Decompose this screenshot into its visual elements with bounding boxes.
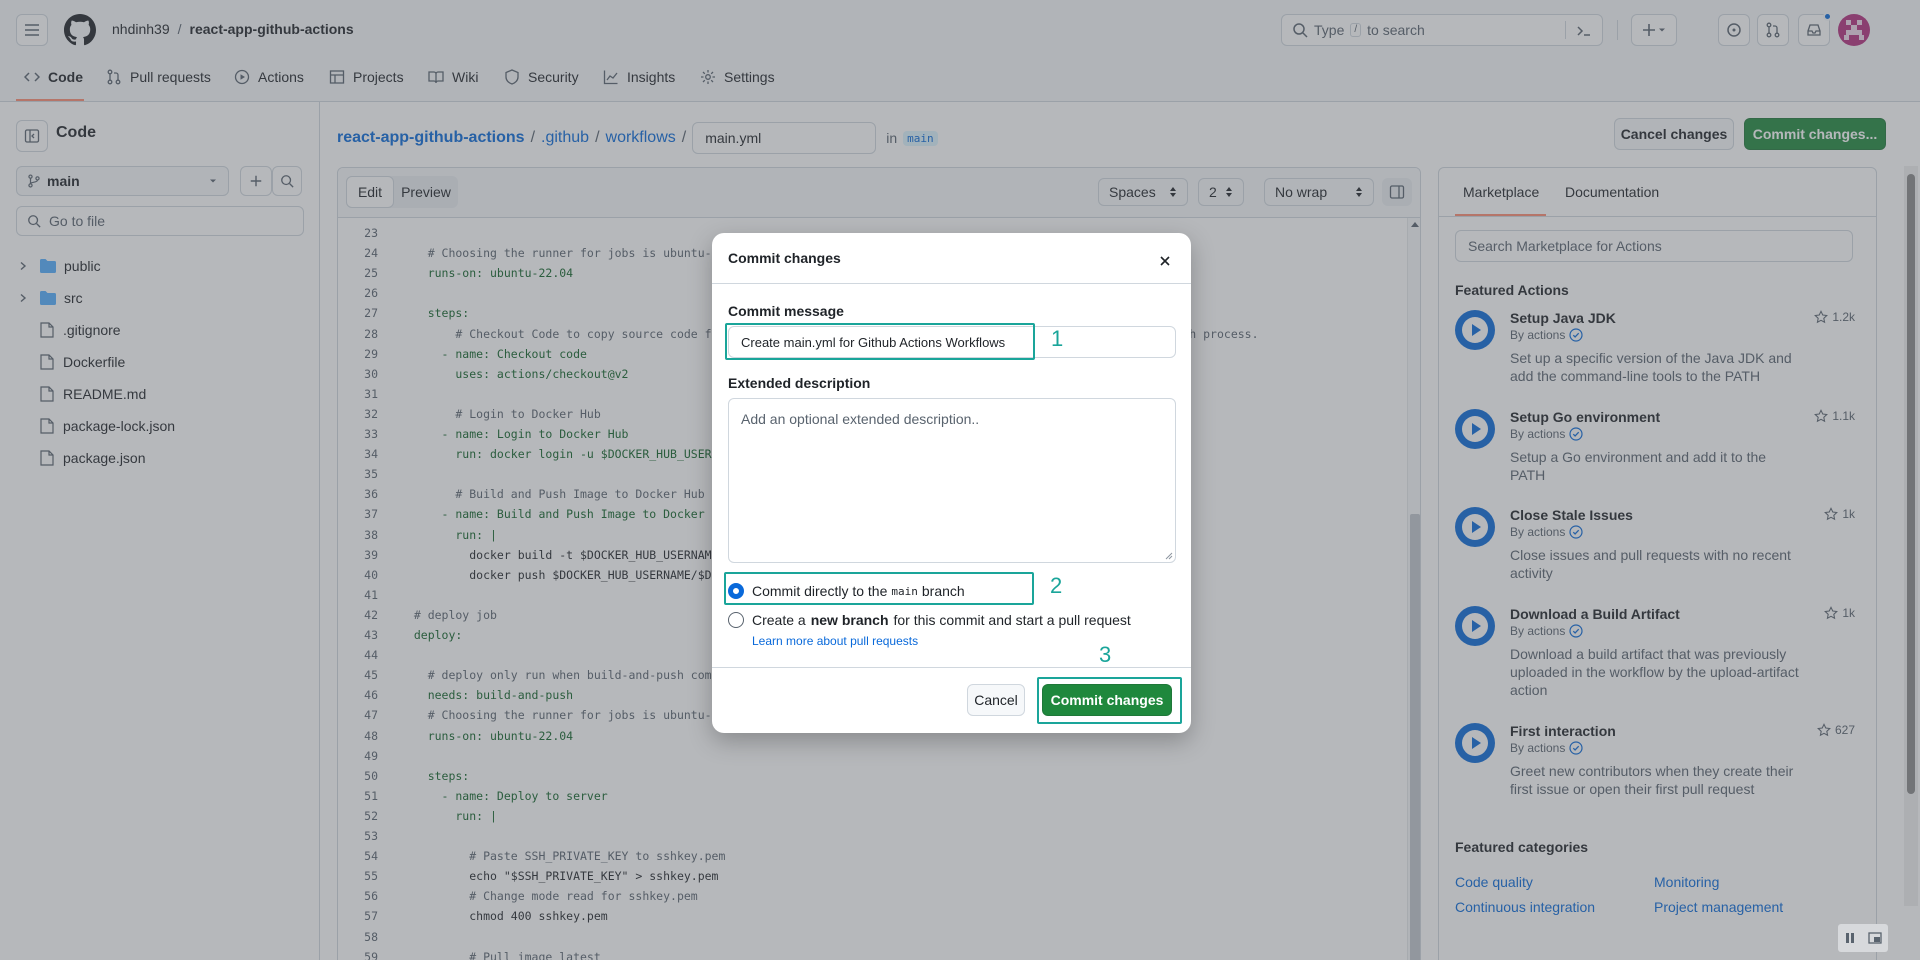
- annotation-number-3: 3: [1099, 642, 1112, 667]
- annotation-box-3: [1037, 677, 1182, 724]
- extended-description-placeholder: Add an optional extended description..: [741, 411, 980, 427]
- commit-dialog: Commit changes Commit message Create mai…: [712, 233, 1191, 733]
- annotation-number-2: 2: [1050, 573, 1063, 598]
- dialog-footer-divider: [712, 667, 1191, 668]
- annotation-number-1: 1: [1051, 326, 1064, 351]
- resize-handle-icon[interactable]: [1165, 552, 1173, 560]
- learn-more-link[interactable]: Learn more about pull requests: [752, 634, 918, 648]
- close-icon: [1160, 256, 1170, 266]
- extended-description-textarea[interactable]: Add an optional extended description..: [728, 398, 1176, 563]
- picture-in-picture-icon[interactable]: [1868, 932, 1882, 944]
- dialog-header-divider: [712, 283, 1191, 284]
- dialog-cancel-button[interactable]: Cancel: [967, 684, 1025, 716]
- close-button[interactable]: [1152, 248, 1178, 274]
- radio-new-suffix: for this commit and start a pull request: [893, 612, 1131, 628]
- create-branch-option[interactable]: Create a new branch for this commit and …: [728, 612, 1131, 628]
- extended-description-label: Extended description: [728, 375, 871, 391]
- radio-new-bold: new branch: [810, 612, 889, 628]
- floating-controls[interactable]: [1838, 924, 1888, 952]
- pause-icon[interactable]: [1844, 932, 1856, 944]
- radio-create-branch[interactable]: [728, 612, 744, 628]
- annotation-box-1: [725, 323, 1035, 360]
- commit-message-label: Commit message: [728, 303, 844, 319]
- radio-new-text: Create a: [752, 612, 806, 628]
- annotation-box-2: [724, 572, 1034, 605]
- dialog-title: Commit changes: [728, 250, 841, 266]
